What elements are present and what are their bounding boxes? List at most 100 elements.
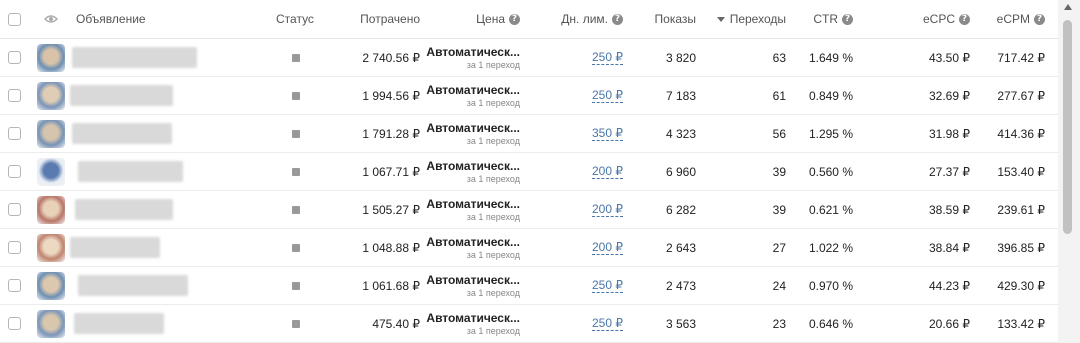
daily-limit-cell[interactable]: 200 ₽ xyxy=(560,153,623,190)
column-ecpc[interactable]: eCPC? xyxy=(900,0,970,38)
ad-title-redacted[interactable] xyxy=(78,161,183,182)
column-ad[interactable]: Объявление xyxy=(76,0,146,38)
price-cell[interactable]: Автоматическ... за 1 переход xyxy=(420,305,520,342)
scroll-up-arrow-icon[interactable] xyxy=(1064,4,1072,10)
select-all-checkbox[interactable] xyxy=(8,12,21,26)
ad-thumbnail[interactable] xyxy=(37,81,65,110)
ad-thumbnail-cell[interactable] xyxy=(37,77,65,114)
ad-title-cell[interactable] xyxy=(72,115,172,152)
ad-thumbnail-cell[interactable] xyxy=(37,191,65,228)
column-ctr[interactable]: CTR? xyxy=(790,0,853,38)
daily-limit-cell[interactable]: 350 ₽ xyxy=(560,115,623,152)
ad-title-cell[interactable] xyxy=(78,153,183,190)
column-ecpm[interactable]: eCPM? xyxy=(975,0,1045,38)
table-row[interactable]: 1 061.68 ₽ Автоматическ... за 1 переход … xyxy=(0,267,1058,305)
ad-thumbnail-cell[interactable] xyxy=(37,267,65,304)
ad-title-cell[interactable] xyxy=(72,39,197,76)
ad-title-redacted[interactable] xyxy=(78,275,188,296)
eye-icon[interactable] xyxy=(44,14,58,24)
price-cell[interactable]: Автоматическ... за 1 переход xyxy=(420,229,520,266)
daily-limit-link[interactable]: 350 ₽ xyxy=(592,126,623,141)
row-checkbox[interactable] xyxy=(8,51,21,64)
help-icon[interactable]: ? xyxy=(842,13,853,25)
column-daily-limit[interactable]: Дн. лим.? xyxy=(530,0,623,38)
help-icon[interactable]: ? xyxy=(1034,13,1045,25)
price-cell[interactable]: Автоматическ... за 1 переход xyxy=(420,267,520,304)
ad-thumbnail-cell[interactable] xyxy=(37,229,65,266)
column-impressions[interactable]: Показы xyxy=(630,0,696,38)
daily-limit-cell[interactable]: 250 ₽ xyxy=(560,39,623,76)
column-spent[interactable]: Потрачено xyxy=(330,0,420,38)
row-checkbox[interactable] xyxy=(8,165,21,178)
row-checkbox-cell[interactable] xyxy=(8,153,24,190)
daily-limit-link[interactable]: 250 ₽ xyxy=(592,316,623,331)
ad-thumbnail[interactable] xyxy=(37,157,65,186)
row-checkbox-cell[interactable] xyxy=(8,305,24,342)
ad-title-cell[interactable] xyxy=(78,267,188,304)
ad-title-redacted[interactable] xyxy=(75,199,173,220)
ad-thumbnail-cell[interactable] xyxy=(37,153,65,190)
daily-limit-link[interactable]: 200 ₽ xyxy=(592,164,623,179)
ad-title-redacted[interactable] xyxy=(70,237,160,258)
row-checkbox-cell[interactable] xyxy=(8,115,24,152)
column-price[interactable]: Цена? xyxy=(430,0,520,38)
row-checkbox-cell[interactable] xyxy=(8,267,24,304)
row-checkbox-cell[interactable] xyxy=(8,39,24,76)
ad-thumbnail[interactable] xyxy=(37,233,65,262)
ad-title-cell[interactable] xyxy=(70,229,160,266)
row-checkbox[interactable] xyxy=(8,203,21,216)
row-checkbox[interactable] xyxy=(8,241,21,254)
row-checkbox-cell[interactable] xyxy=(8,229,24,266)
row-checkbox[interactable] xyxy=(8,127,21,140)
row-checkbox[interactable] xyxy=(8,317,21,330)
daily-limit-cell[interactable]: 200 ₽ xyxy=(560,229,623,266)
row-checkbox[interactable] xyxy=(8,89,21,102)
daily-limit-link[interactable]: 200 ₽ xyxy=(592,202,623,217)
row-checkbox[interactable] xyxy=(8,279,21,292)
daily-limit-link[interactable]: 250 ₽ xyxy=(592,50,623,65)
ad-title-cell[interactable] xyxy=(70,77,173,114)
price-cell[interactable]: Автоматическ... за 1 переход xyxy=(420,77,520,114)
ad-title-redacted[interactable] xyxy=(74,313,164,334)
table-row[interactable]: 1 067.71 ₽ Автоматическ... за 1 переход … xyxy=(0,153,1058,191)
vertical-scrollbar[interactable] xyxy=(1058,0,1080,343)
ad-thumbnail[interactable] xyxy=(37,309,65,338)
price-cell[interactable]: Автоматическ... за 1 переход xyxy=(420,191,520,228)
price-cell[interactable]: Автоматическ... за 1 переход xyxy=(420,39,520,76)
ad-thumbnail-cell[interactable] xyxy=(37,39,65,76)
price-cell[interactable]: Автоматическ... за 1 переход xyxy=(420,153,520,190)
table-row[interactable]: 1 048.88 ₽ Автоматическ... за 1 переход … xyxy=(0,229,1058,267)
visibility-toggle[interactable] xyxy=(44,0,60,38)
daily-limit-link[interactable]: 250 ₽ xyxy=(592,278,623,293)
daily-limit-cell[interactable]: 250 ₽ xyxy=(560,77,623,114)
table-row[interactable]: 1 791.28 ₽ Автоматическ... за 1 переход … xyxy=(0,115,1058,153)
table-row[interactable]: 2 740.56 ₽ Автоматическ... за 1 переход … xyxy=(0,39,1058,77)
scroll-thumb[interactable] xyxy=(1063,20,1072,234)
ad-thumbnail[interactable] xyxy=(37,43,65,72)
ad-title-redacted[interactable] xyxy=(72,47,197,68)
help-icon[interactable]: ? xyxy=(612,13,623,25)
select-all-checkbox-cell[interactable] xyxy=(8,0,24,38)
ad-thumbnail-cell[interactable] xyxy=(37,115,65,152)
ad-title-cell[interactable] xyxy=(75,191,173,228)
table-row[interactable]: 1 994.56 ₽ Автоматическ... за 1 переход … xyxy=(0,77,1058,115)
daily-limit-link[interactable]: 250 ₽ xyxy=(592,88,623,103)
ad-thumbnail-cell[interactable] xyxy=(37,305,65,342)
table-row[interactable]: 475.40 ₽ Автоматическ... за 1 переход 25… xyxy=(0,305,1058,343)
ad-thumbnail[interactable] xyxy=(37,119,65,148)
column-status[interactable]: Статус xyxy=(276,0,314,38)
ad-title-redacted[interactable] xyxy=(72,123,172,144)
row-checkbox-cell[interactable] xyxy=(8,191,24,228)
ad-title-redacted[interactable] xyxy=(70,85,173,106)
daily-limit-cell[interactable]: 250 ₽ xyxy=(560,305,623,342)
daily-limit-link[interactable]: 200 ₽ xyxy=(592,240,623,255)
help-icon[interactable]: ? xyxy=(959,13,970,25)
row-checkbox-cell[interactable] xyxy=(8,77,24,114)
column-clicks[interactable]: Переходы xyxy=(700,0,786,38)
help-icon[interactable]: ? xyxy=(509,13,520,25)
ad-thumbnail[interactable] xyxy=(37,195,65,224)
table-row[interactable]: 1 505.27 ₽ Автоматическ... за 1 переход … xyxy=(0,191,1058,229)
ad-thumbnail[interactable] xyxy=(37,271,65,300)
ad-title-cell[interactable] xyxy=(74,305,164,342)
price-cell[interactable]: Автоматическ... за 1 переход xyxy=(420,115,520,152)
